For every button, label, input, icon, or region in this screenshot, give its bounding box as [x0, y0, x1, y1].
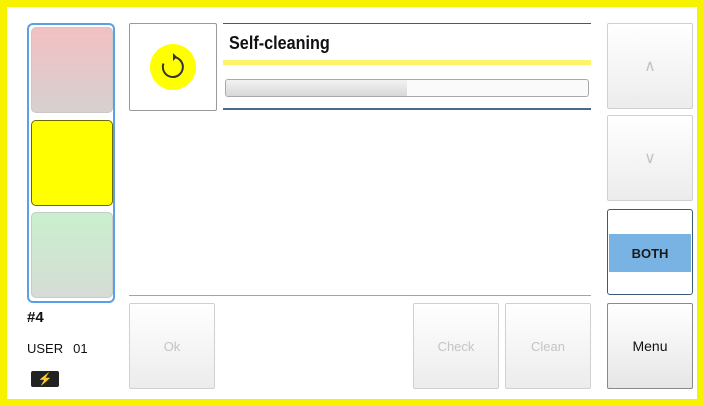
program-status-bar: [223, 60, 591, 65]
green-light: [31, 212, 113, 298]
red-light: [31, 27, 113, 113]
progress-bar: [225, 79, 589, 97]
program-icon-box: [129, 23, 217, 111]
refresh-icon: [150, 44, 196, 90]
clean-button[interactable]: Clean: [505, 303, 591, 389]
ok-button[interactable]: Ok: [129, 303, 215, 389]
yellow-light: [31, 120, 113, 206]
user-info: USER 01: [27, 341, 88, 356]
top-divider: [223, 23, 591, 24]
user-number: 01: [73, 341, 88, 356]
station-number: #4: [27, 309, 44, 326]
power-icon: ⚡: [31, 371, 59, 387]
scroll-up-button[interactable]: ∧: [607, 23, 693, 109]
status-light-column: [27, 23, 115, 303]
both-label: BOTH: [609, 234, 691, 272]
both-toggle-button[interactable]: BOTH: [607, 209, 693, 295]
scroll-down-button[interactable]: ∨: [607, 115, 693, 201]
menu-button[interactable]: Menu: [607, 303, 693, 389]
check-button[interactable]: Check: [413, 303, 499, 389]
program-title: Self-cleaning: [229, 33, 330, 53]
user-label: USER: [27, 341, 64, 356]
screen-frame: #4 USER 01 ⚡ Self-cleaning Ok Check Clean…: [7, 7, 697, 399]
progress-fill: [226, 80, 407, 96]
bottom-divider: [129, 295, 591, 296]
program-divider: [223, 108, 591, 110]
